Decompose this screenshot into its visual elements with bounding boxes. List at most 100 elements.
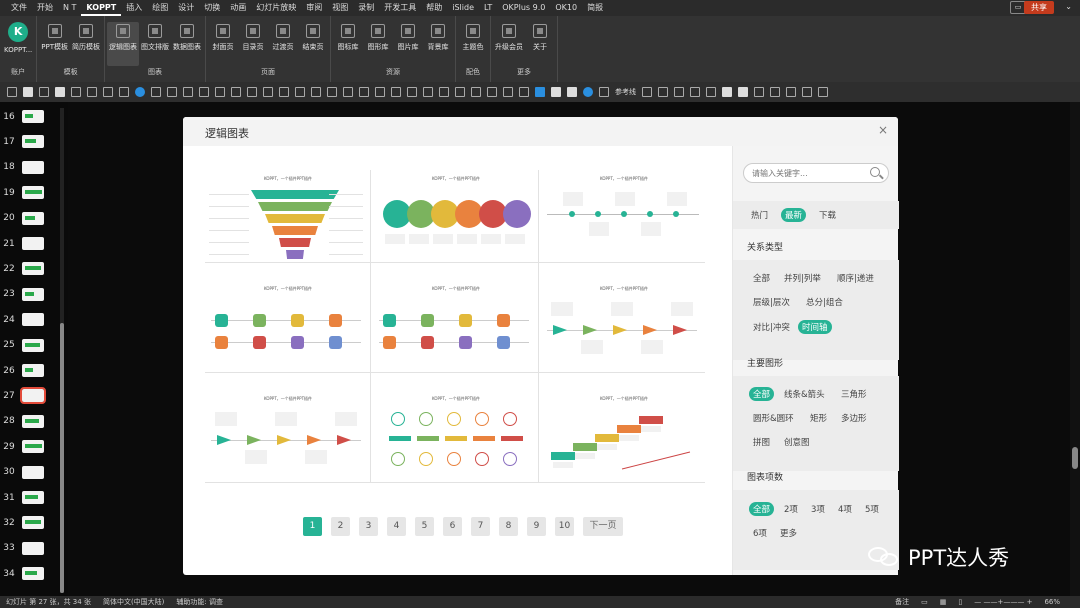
- count-option-0[interactable]: 全部: [749, 502, 775, 516]
- shape-option-6[interactable]: 拼图: [749, 435, 774, 449]
- format-painter-icon[interactable]: [183, 87, 193, 97]
- slide-preview[interactable]: [22, 567, 44, 581]
- screen-icon[interactable]: [658, 87, 668, 97]
- slide-icon[interactable]: [359, 87, 369, 97]
- fill-icon[interactable]: [690, 87, 700, 97]
- ribbon-button-4-2[interactable]: 图片库: [393, 22, 423, 52]
- slide-preview[interactable]: [22, 160, 44, 174]
- count-option-6[interactable]: 更多: [776, 526, 801, 540]
- align-left-icon[interactable]: [375, 87, 385, 97]
- ribbon-button-3-0[interactable]: 封面页: [208, 22, 238, 52]
- crop-tool-icon[interactable]: [87, 87, 97, 97]
- shape-option-1[interactable]: 线条&箭头: [780, 387, 829, 401]
- pen-icon[interactable]: [71, 87, 81, 97]
- font-size-up-icon[interactable]: [786, 87, 796, 97]
- slide-thumbnail-20[interactable]: 20: [0, 206, 60, 231]
- search-input[interactable]: [752, 167, 862, 179]
- slide-thumbnail-24[interactable]: 24: [0, 307, 60, 332]
- menu-item-16[interactable]: LT: [479, 0, 497, 16]
- menu-item-11[interactable]: 视图: [327, 0, 353, 16]
- menu-item-19[interactable]: 简报: [582, 0, 608, 16]
- count-option-3[interactable]: 4项: [834, 502, 856, 516]
- ribbon-button-5-0[interactable]: 主题色: [458, 22, 488, 52]
- menu-item-7[interactable]: 切换: [199, 0, 225, 16]
- font-color-icon[interactable]: [770, 87, 780, 97]
- shape-option-0[interactable]: 全部: [749, 387, 775, 401]
- next-page-button[interactable]: 下一页: [583, 517, 623, 536]
- menu-item-18[interactable]: OK10: [550, 0, 582, 16]
- color-fill-icon[interactable]: [135, 87, 145, 97]
- template-card-6[interactable]: KOPPT，一个插件PPT插件: [541, 280, 707, 372]
- reference-line-icon[interactable]: [599, 87, 609, 97]
- thumbnail-scroll-handle[interactable]: [60, 323, 64, 593]
- template-card-5[interactable]: KOPPT，一个插件PPT插件: [373, 280, 539, 372]
- menu-item-3[interactable]: KOPPT: [81, 1, 122, 16]
- copy-format-icon[interactable]: [247, 87, 257, 97]
- slide-preview[interactable]: [22, 465, 44, 479]
- slide-thumbnail-32[interactable]: 32: [0, 510, 60, 535]
- slide-preview[interactable]: [22, 313, 44, 327]
- copy-style-icon[interactable]: [754, 87, 764, 97]
- magnet-icon[interactable]: [519, 87, 529, 97]
- template-card-8[interactable]: KOPPT，一个插件PPT插件: [373, 390, 539, 482]
- distribute-h-icon[interactable]: [471, 87, 481, 97]
- template-card-1[interactable]: KOPPT，一个插件PPT插件: [205, 170, 371, 262]
- ribbon-button-3-2[interactable]: 过渡页: [268, 22, 298, 52]
- menu-item-15[interactable]: iSlide: [447, 0, 479, 16]
- slide-preview[interactable]: [22, 186, 44, 200]
- slide-thumbnail-27[interactable]: 27: [0, 383, 60, 408]
- slide-thumbnail-34[interactable]: 34: [0, 561, 60, 586]
- shape-option-5[interactable]: 多边形: [837, 411, 871, 425]
- brush-icon[interactable]: [199, 87, 209, 97]
- relation-option-1[interactable]: 并列|列举: [780, 271, 825, 285]
- chevron-down-icon[interactable]: ⌄: [1065, 2, 1072, 11]
- page-button-9[interactable]: 9: [527, 517, 546, 536]
- slide-preview[interactable]: [22, 110, 44, 123]
- menu-item-12[interactable]: 录制: [353, 0, 379, 16]
- normal-view-icon[interactable]: ▭: [921, 598, 928, 606]
- slide-preview[interactable]: [22, 287, 44, 301]
- close-icon[interactable]: ×: [878, 123, 888, 137]
- relation-option-6[interactable]: 时间轴: [798, 320, 832, 334]
- menu-item-0[interactable]: 文件: [6, 0, 32, 16]
- page-button-8[interactable]: 8: [499, 517, 518, 536]
- slide-preview[interactable]: [22, 262, 44, 276]
- page-button-10[interactable]: 10: [555, 517, 574, 536]
- rotate-icon[interactable]: [279, 87, 289, 97]
- slide-preview[interactable]: [22, 211, 44, 225]
- align-center-icon[interactable]: [391, 87, 401, 97]
- slide-thumbnail-19[interactable]: 19: [0, 180, 60, 205]
- template-card-7[interactable]: KOPPT，一个插件PPT插件: [205, 390, 371, 482]
- slide-thumbnail-29[interactable]: 29: [0, 434, 60, 459]
- grid-icon[interactable]: [119, 87, 129, 97]
- align-middle-icon[interactable]: [439, 87, 449, 97]
- frame-icon[interactable]: [103, 87, 113, 97]
- slide-preview[interactable]: [22, 414, 44, 428]
- font-size-down-icon[interactable]: [802, 87, 812, 97]
- picture-icon[interactable]: [674, 87, 684, 97]
- slide-thumbnail-23[interactable]: 23: [0, 282, 60, 307]
- relation-option-5[interactable]: 对比|冲突: [749, 320, 794, 334]
- menu-item-2[interactable]: N T: [58, 0, 81, 16]
- menu-item-6[interactable]: 设计: [173, 0, 199, 16]
- slide-thumbnail-18[interactable]: 18: [0, 155, 60, 180]
- template-card-9[interactable]: KOPPT，一个插件PPT插件: [541, 390, 707, 482]
- slide-thumbnail-16[interactable]: 16: [0, 104, 60, 129]
- effects-icon[interactable]: [706, 87, 716, 97]
- slide-preview[interactable]: [22, 491, 44, 504]
- slide-preview[interactable]: [22, 516, 44, 530]
- menu-item-14[interactable]: 帮助: [421, 0, 447, 16]
- copy-icon[interactable]: [7, 87, 17, 97]
- slide-preview[interactable]: [22, 237, 44, 250]
- notes-button[interactable]: 备注: [895, 597, 909, 607]
- ribbon-button-6-0[interactable]: 升级会员: [493, 22, 525, 52]
- slide-thumbnail-28[interactable]: 28: [0, 409, 60, 434]
- search-box[interactable]: [743, 163, 889, 183]
- shape-option-2[interactable]: 三角形: [837, 387, 871, 401]
- white-square-2-icon[interactable]: [738, 87, 748, 97]
- tab-0[interactable]: 热门: [747, 208, 772, 222]
- reference-line-label[interactable]: 参考线: [615, 87, 636, 97]
- shape-option-7[interactable]: 创意图: [780, 435, 814, 449]
- slide-preview[interactable]: [22, 541, 44, 555]
- ribbon-button-6-1[interactable]: 关于: [525, 22, 555, 52]
